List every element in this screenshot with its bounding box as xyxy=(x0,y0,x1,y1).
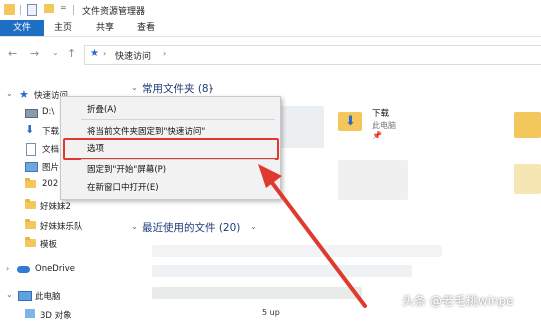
sidebar-item-label: 文档 xyxy=(42,145,60,155)
recent-locations-chevron-icon[interactable]: ⌄ xyxy=(52,48,59,57)
menu-separator xyxy=(81,119,275,120)
menu-item-pin-to-start[interactable]: 固定到"开始"屏幕(P) xyxy=(87,163,166,175)
chevron-down-icon[interactable]: ⌄ xyxy=(6,89,13,98)
partial-file-text: 5 up xyxy=(262,308,280,317)
window-title: 文件资源管理器 xyxy=(82,7,146,17)
ribbon-tabs: 文件 主页 共享 查看 xyxy=(0,20,541,37)
separator xyxy=(20,5,21,15)
back-arrow-icon[interactable]: ← xyxy=(8,47,17,60)
computer-icon xyxy=(18,291,32,301)
tab-view[interactable]: 查看 xyxy=(137,20,155,36)
chevron-down-icon[interactable]: ⌄ xyxy=(208,83,215,92)
tab-share[interactable]: 共享 xyxy=(96,20,114,36)
folder-location: 此电脑 xyxy=(372,121,396,130)
download-icon: ⬇ xyxy=(25,123,35,136)
tab-home[interactable]: 主页 xyxy=(54,20,72,36)
sidebar-item-label: 模板 xyxy=(40,240,58,250)
chevron-right-icon[interactable]: › xyxy=(103,49,106,58)
new-folder-icon[interactable] xyxy=(44,4,54,13)
sidebar-item-this-pc[interactable]: ⌄ 此电脑 xyxy=(0,287,128,305)
sidebar-item-label: 图片 xyxy=(42,163,60,173)
sidebar-item-haomeimei-band[interactable]: 好妹妹乐队 xyxy=(0,217,128,235)
downloads-folder-tile[interactable]: ⬇ 下载 此电脑 📌 xyxy=(336,104,408,148)
folder-icon xyxy=(25,219,36,229)
separator xyxy=(73,5,74,15)
chevron-down-icon[interactable]: ⌄ xyxy=(250,222,257,231)
context-menu: 折叠(A) 将当前文件夹固定到"快速访问" 选项 固定到"开始"屏幕(P) 在新… xyxy=(60,96,281,200)
star-icon: ★ xyxy=(19,88,29,101)
title-bar: = 文件资源管理器 xyxy=(0,0,541,20)
menu-separator xyxy=(81,159,275,160)
sidebar-item-label: 202 xyxy=(42,179,59,189)
watermark: 头条 @老毛桃winpe xyxy=(402,294,514,308)
frequent-folders-header: 常用文件夹 (8) xyxy=(142,83,213,95)
sidebar-item-label: 此电脑 xyxy=(35,292,61,302)
chevron-down-icon[interactable]: ⌄ xyxy=(6,290,13,299)
recent-files-header: 最近使用的文件 (20) xyxy=(142,222,241,234)
folder-icon xyxy=(4,4,15,15)
properties-icon[interactable] xyxy=(27,4,37,16)
folder-icon[interactable] xyxy=(514,112,541,138)
blurred-file-row[interactable] xyxy=(152,265,412,277)
menu-item-pin-to-quick-access[interactable]: 将当前文件夹固定到"快速访问" xyxy=(87,125,205,137)
up-arrow-icon[interactable]: ↑ xyxy=(67,47,76,60)
download-icon: ⬇ xyxy=(345,114,356,129)
folder-icon xyxy=(25,199,36,209)
menu-item-options[interactable]: 选项 xyxy=(87,142,104,154)
picture-icon xyxy=(25,162,38,172)
tab-file[interactable]: 文件 xyxy=(0,20,44,36)
address-path: 快速访问 xyxy=(115,52,152,62)
sidebar-item-onedrive[interactable]: › OneDrive xyxy=(0,261,128,279)
sidebar-item-3d-objects[interactable]: 3D 对象 xyxy=(0,306,128,324)
blurred-file-row[interactable] xyxy=(152,287,362,299)
drive-icon xyxy=(25,109,38,118)
menu-item-open-new-window[interactable]: 在新窗口中打开(E) xyxy=(87,181,159,193)
blurred-folder-tile[interactable] xyxy=(338,160,408,200)
sidebar-item-label: 好妹妹乐队 xyxy=(40,222,83,232)
customize-qat-icon[interactable]: = xyxy=(60,3,67,13)
menu-item-collapse[interactable]: 折叠(A) xyxy=(87,103,116,115)
star-icon: ★ xyxy=(90,48,99,59)
sidebar-item-label: 下载 xyxy=(42,127,60,137)
pin-icon: 📌 xyxy=(372,131,382,140)
forward-arrow-icon[interactable]: → xyxy=(30,47,39,60)
chevron-down-icon[interactable]: ⌄ xyxy=(131,83,138,92)
address-bar-row: ← → ⌄ ↑ ★ › 快速访问 › xyxy=(0,37,541,69)
folder-icon xyxy=(25,237,36,247)
sidebar-item-label: D:\ xyxy=(42,107,55,117)
address-box[interactable]: ★ › 快速访问 › xyxy=(84,45,541,65)
sidebar-item-label: 好妹妹2 xyxy=(40,202,71,212)
folder-icon xyxy=(25,178,36,188)
chevron-right-icon[interactable]: › xyxy=(6,264,9,273)
folder-name: 下载 xyxy=(372,109,390,119)
document-icon xyxy=(26,143,36,156)
chevron-down-icon[interactable]: ⌄ xyxy=(131,222,138,231)
sidebar-item-templates[interactable]: 模板 xyxy=(0,235,128,253)
sidebar-item-label: OneDrive xyxy=(35,264,75,274)
folder-icon[interactable] xyxy=(514,164,541,194)
sidebar-item-label: 3D 对象 xyxy=(40,311,72,321)
cloud-icon xyxy=(17,266,30,273)
chevron-right-icon[interactable]: › xyxy=(163,49,166,58)
blurred-file-row[interactable] xyxy=(152,245,442,257)
